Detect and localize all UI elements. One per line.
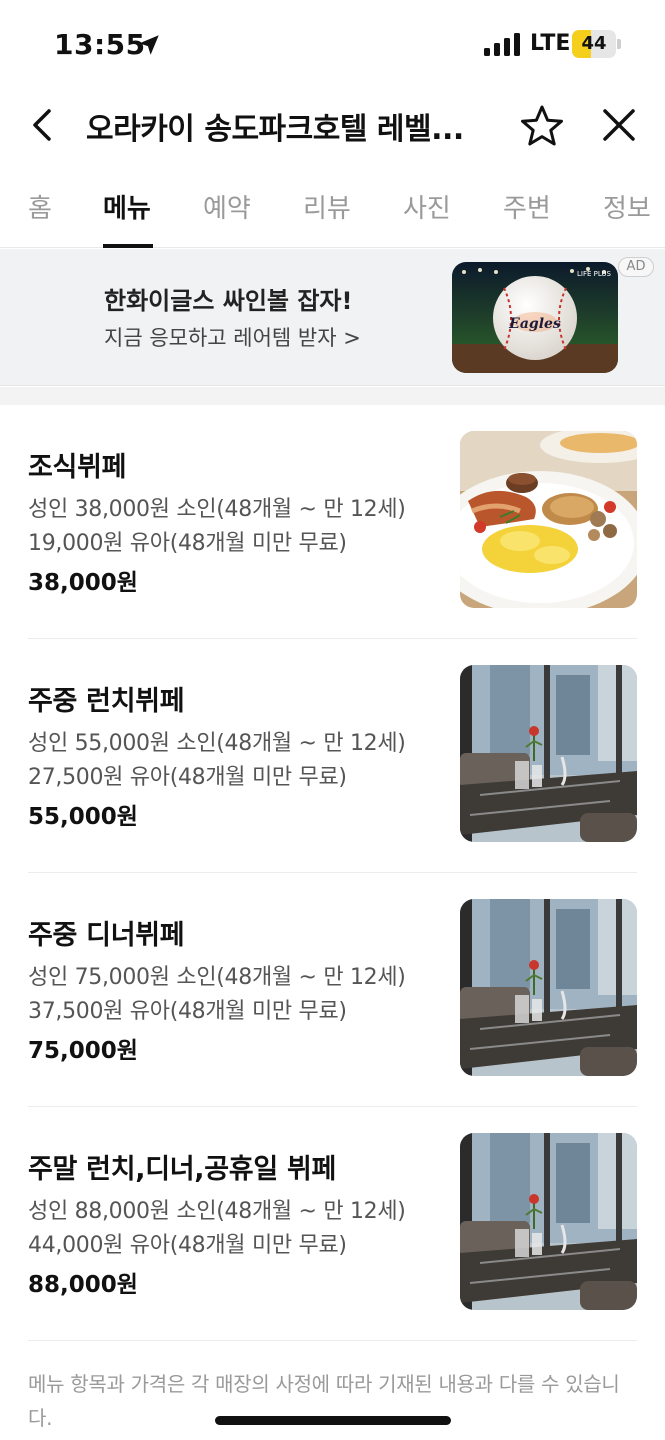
- network-type: LTE: [530, 31, 571, 56]
- menu-item-description: 성인 75,000원 소인(48개월 ~ 만 12세): [28, 965, 406, 990]
- home-indicator[interactable]: [215, 1416, 451, 1425]
- place-menu-screen: 13:55 LTE 44 오라카이 송도파크호텔 레벨... 홈 메뉴 예약 리…: [0, 0, 665, 1440]
- active-tab-indicator: [103, 244, 153, 248]
- tab-reservation[interactable]: 예약: [203, 188, 251, 225]
- tab-info[interactable]: 정보: [603, 188, 651, 225]
- svg-text:Eagles: Eagles: [508, 316, 561, 332]
- menu-item-weekday-lunch-buffet[interactable]: 주중 런치뷔페 성인 55,000원 소인(48개월 ~ 만 12세) 27,5…: [28, 639, 637, 873]
- ad-banner[interactable]: 한화이글스 싸인볼 잡자! 지금 응모하고 레어템 받자 > Eagles LI…: [0, 249, 665, 386]
- svg-text:LIFE PLUS: LIFE PLUS: [577, 270, 612, 278]
- status-time: 13:55: [54, 28, 146, 61]
- battery-cap: [617, 39, 621, 49]
- tab-menu[interactable]: 메뉴: [103, 188, 151, 225]
- breakfast-plate-image[interactable]: [460, 431, 637, 608]
- menu-item-description: 27,500원 유아(48개월 미만 무료): [28, 765, 347, 790]
- menu-item-price: 88,000원: [28, 1272, 138, 1298]
- ad-title: 한화이글스 싸인볼 잡자!: [104, 287, 353, 315]
- restaurant-table-image[interactable]: [460, 665, 637, 842]
- location-arrow-icon: [139, 35, 159, 55]
- menu-item-description: 성인 38,000원 소인(48개월 ~ 만 12세): [28, 497, 406, 522]
- restaurant-table-image[interactable]: [460, 1133, 637, 1310]
- menu-item-name: 주말 런치,디너,공휴일 뷔페: [28, 1154, 337, 1185]
- ad-baseball-image[interactable]: Eagles LIFE PLUS: [452, 262, 618, 373]
- header: 오라카이 송도파크호텔 레벨...: [0, 90, 665, 162]
- ad-badge: AD: [618, 257, 654, 277]
- ad-subtitle[interactable]: 지금 응모하고 레어템 받자 >: [104, 322, 361, 352]
- menu-item-breakfast-buffet[interactable]: 조식뷔페 성인 38,000원 소인(48개월 ~ 만 12세) 19,000원…: [28, 405, 637, 639]
- section-divider: [0, 387, 665, 405]
- menu-item-price: 38,000원: [28, 570, 138, 596]
- battery-icon: 44: [572, 30, 622, 58]
- tab-bar: 홈 메뉴 예약 리뷰 사진 주변 정보: [0, 176, 665, 248]
- menu-item-description: 19,000원 유아(48개월 미만 무료): [28, 531, 347, 556]
- menu-item-weekday-dinner-buffet[interactable]: 주중 디너뷔페 성인 75,000원 소인(48개월 ~ 만 12세) 37,5…: [28, 873, 637, 1107]
- menu-item-price: 55,000원: [28, 804, 138, 830]
- tab-photo[interactable]: 사진: [403, 188, 451, 225]
- menu-item-name: 조식뷔페: [28, 452, 127, 483]
- menu-item-description: 성인 88,000원 소인(48개월 ~ 만 12세): [28, 1199, 406, 1224]
- menu-item-description: 37,500원 유아(48개월 미만 무료): [28, 999, 347, 1024]
- battery-level: 44: [581, 33, 607, 54]
- status-bar: 13:55 LTE 44: [0, 0, 665, 90]
- menu-item-name: 주중 디너뷔페: [28, 920, 185, 951]
- close-icon[interactable]: [596, 102, 642, 148]
- menu-item-description: 성인 55,000원 소인(48개월 ~ 만 12세): [28, 731, 406, 756]
- restaurant-table-image[interactable]: [460, 899, 637, 1076]
- star-outline-icon[interactable]: [518, 102, 566, 150]
- menu-item-weekend-holiday-buffet[interactable]: 주말 런치,디너,공휴일 뷔페 성인 88,000원 소인(48개월 ~ 만 1…: [28, 1107, 637, 1341]
- tab-review[interactable]: 리뷰: [303, 188, 351, 225]
- menu-item-name: 주중 런치뷔페: [28, 686, 185, 717]
- signal-icon: [484, 33, 520, 56]
- page-title: 오라카이 송도파크호텔 레벨...: [86, 112, 464, 144]
- tab-nearby[interactable]: 주변: [503, 188, 551, 225]
- chevron-left-icon[interactable]: [20, 102, 66, 148]
- menu-item-description: 44,000원 유아(48개월 미만 무료): [28, 1233, 347, 1258]
- tab-home[interactable]: 홈: [28, 188, 52, 225]
- menu-item-price: 75,000원: [28, 1038, 138, 1064]
